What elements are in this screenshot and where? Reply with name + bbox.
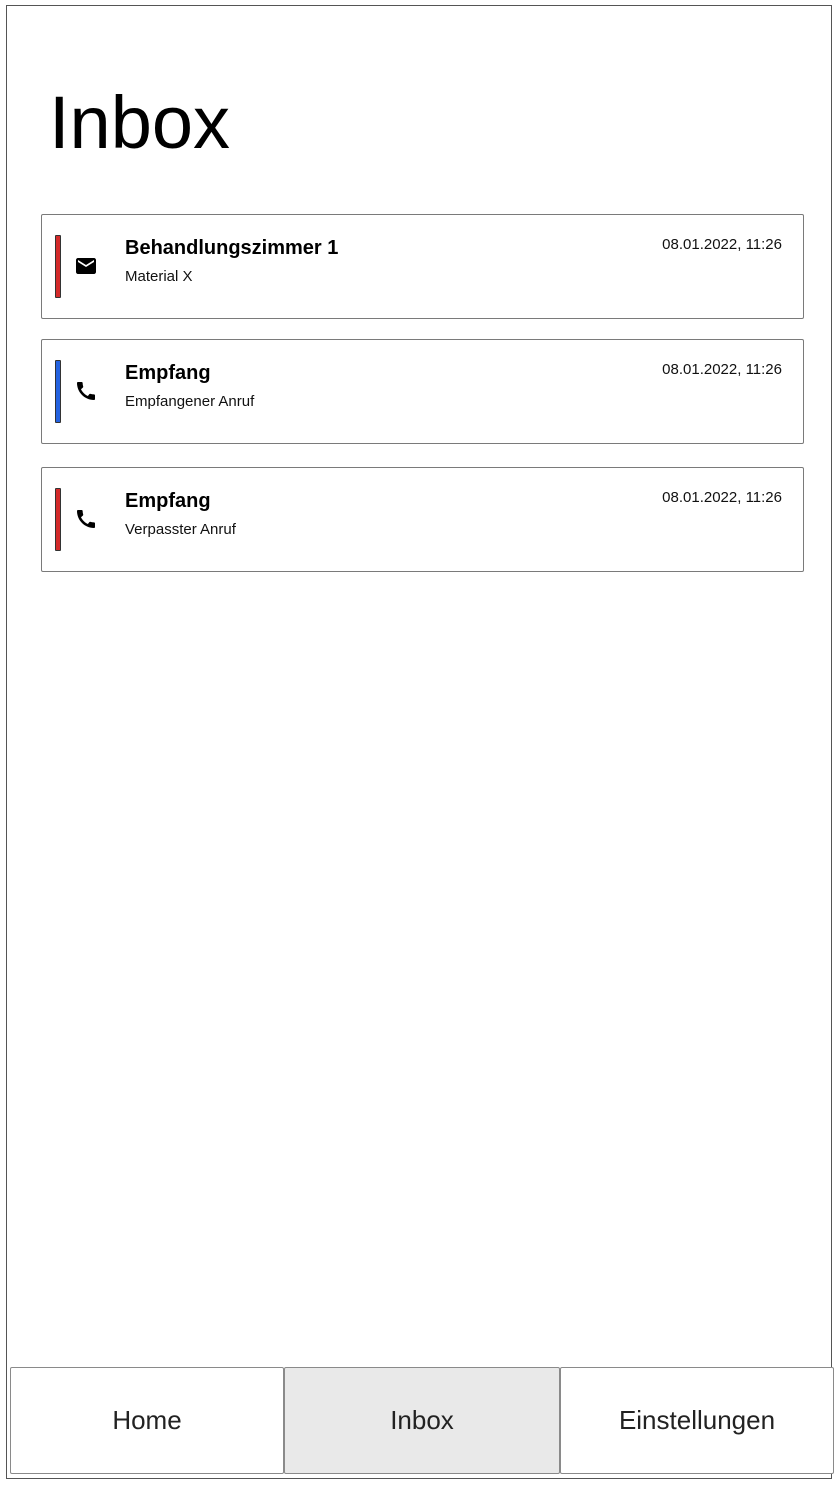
message-title: Empfang (125, 490, 211, 512)
priority-bar (55, 235, 61, 298)
message-item[interactable]: Empfang Empfangener Anruf 08.01.2022, 11… (41, 339, 804, 444)
tab-home[interactable]: Home (10, 1367, 284, 1474)
message-title: Empfang (125, 362, 211, 384)
priority-bar (55, 360, 61, 423)
mail-icon (74, 254, 98, 278)
message-subtitle: Empfangener Anruf (125, 393, 255, 410)
message-subtitle: Material X (125, 268, 193, 285)
page-title: Inbox (49, 81, 231, 164)
message-timestamp: 08.01.2022, 11:26 (662, 489, 782, 506)
priority-bar (55, 488, 61, 551)
phone-icon (74, 507, 98, 531)
message-timestamp: 08.01.2022, 11:26 (662, 361, 782, 378)
message-item[interactable]: Behandlungszimmer 1 Material X 08.01.202… (41, 214, 804, 319)
message-subtitle: Verpasster Anruf (125, 521, 236, 538)
message-timestamp: 08.01.2022, 11:26 (662, 236, 782, 253)
bottom-tab-bar: Home Inbox Einstellungen (10, 1367, 834, 1474)
message-item[interactable]: Empfang Verpasster Anruf 08.01.2022, 11:… (41, 467, 804, 572)
tab-settings[interactable]: Einstellungen (560, 1367, 834, 1474)
message-list: Behandlungszimmer 1 Material X 08.01.202… (41, 214, 804, 592)
tab-inbox[interactable]: Inbox (284, 1367, 560, 1474)
message-title: Behandlungszimmer 1 (125, 237, 339, 259)
phone-icon (74, 379, 98, 403)
